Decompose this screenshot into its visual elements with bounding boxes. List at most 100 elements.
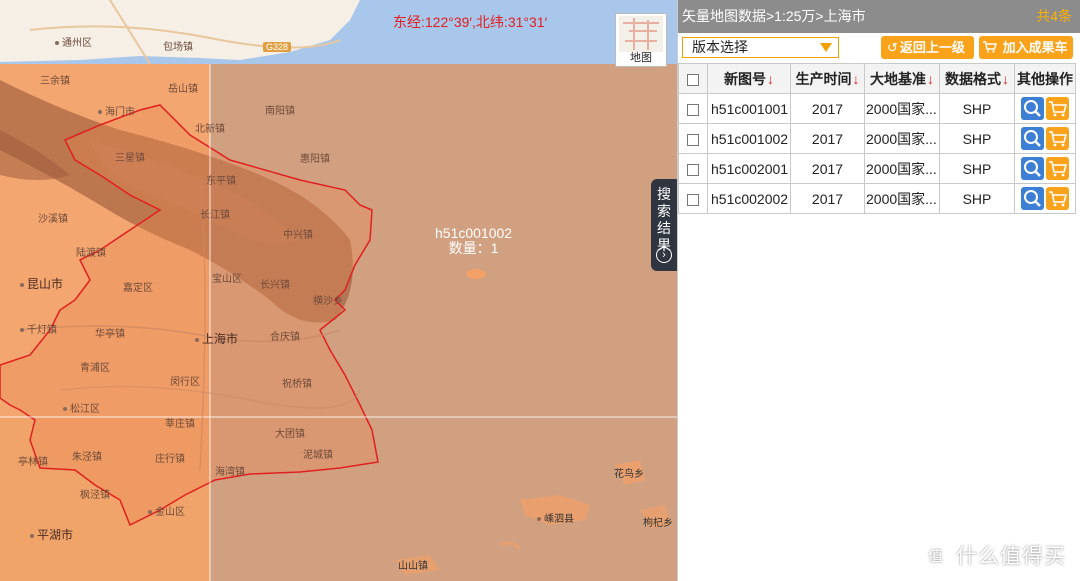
chevron-right-icon: › bbox=[656, 247, 672, 263]
cart-icon bbox=[983, 40, 1001, 55]
results-panel: 矢量地图数据>1:25万>上海市 共4条 版本选择 ↺ 返回上一级 加入成果车 新… bbox=[677, 0, 1080, 581]
column-header-year[interactable]: 生产时间↓ bbox=[790, 63, 865, 94]
place-label: 庄行镇 bbox=[155, 454, 185, 465]
version-select[interactable]: 版本选择 bbox=[682, 37, 839, 58]
year-cell: 2017 bbox=[790, 153, 865, 184]
place-label: 金山区 bbox=[148, 503, 185, 518]
watermark-logo-icon: 值 bbox=[922, 543, 950, 571]
cart-icon[interactable] bbox=[1046, 187, 1069, 210]
place-label: 惠阳镇 bbox=[300, 154, 330, 165]
place-label: 松江区 bbox=[63, 400, 100, 415]
version-select-value: 版本选择 bbox=[692, 39, 748, 55]
place-label: 海湾镇 bbox=[215, 467, 245, 478]
map-view[interactable]: 通州区 包场镇 三余镇 岳山镇 海门市 南阳镇 北新镇 惠阳镇 三星镇 东平镇 … bbox=[0, 0, 677, 581]
results-table: 新图号↓ 生产时间↓ 大地基准↓ 数据格式↓ 其他操作 h51c001001 2… bbox=[678, 63, 1076, 214]
format-cell: SHP bbox=[939, 183, 1015, 214]
row-checkbox[interactable] bbox=[687, 133, 699, 146]
panel-header: 矢量地图数据>1:25万>上海市 共4条 bbox=[678, 0, 1080, 33]
result-count: 共4条 bbox=[1036, 8, 1072, 24]
row-checkbox[interactable] bbox=[687, 193, 699, 206]
place-label: 沙溪镇 bbox=[38, 214, 68, 225]
table-row[interactable]: h51c002002 2017 2000国家... SHP bbox=[678, 183, 1076, 214]
search-results-tab[interactable]: 搜索结果 › bbox=[651, 179, 677, 271]
row-select-cell bbox=[678, 123, 708, 154]
back-button[interactable]: ↺ 返回上一级 bbox=[881, 36, 974, 59]
add-to-cart-button[interactable]: 加入成果车 bbox=[979, 36, 1073, 59]
place-label: 北新镇 bbox=[195, 124, 225, 135]
place-label: 花鸟乡 bbox=[614, 469, 644, 480]
table-row[interactable]: h51c001002 2017 2000国家... SHP bbox=[678, 123, 1076, 154]
table-header-row: 新图号↓ 生产时间↓ 大地基准↓ 数据格式↓ 其他操作 bbox=[678, 63, 1076, 94]
select-all-cell bbox=[678, 63, 708, 94]
search-icon[interactable] bbox=[1021, 157, 1044, 180]
breadcrumb: 矢量地图数据>1:25万>上海市 bbox=[682, 8, 866, 24]
place-label: 大团镇 bbox=[275, 429, 305, 440]
datum-cell: 2000国家... bbox=[864, 183, 940, 214]
row-select-cell bbox=[678, 183, 708, 214]
search-icon[interactable] bbox=[1021, 127, 1044, 150]
place-label: 南阳镇 bbox=[265, 106, 295, 117]
place-label: 长兴镇 bbox=[260, 280, 290, 291]
year-cell: 2017 bbox=[790, 123, 865, 154]
place-label: 枸杞乡 bbox=[643, 518, 673, 529]
place-label: 山山镇 bbox=[398, 561, 428, 572]
sort-down-icon: ↓ bbox=[1002, 70, 1009, 87]
place-label: 宝山区 bbox=[212, 274, 242, 285]
map-no-cell: h51c001001 bbox=[707, 93, 791, 124]
place-label: 陆渡镇 bbox=[76, 248, 106, 259]
format-cell: SHP bbox=[939, 93, 1015, 124]
row-checkbox[interactable] bbox=[687, 103, 699, 116]
road-badge: G328 bbox=[263, 42, 292, 52]
place-label: 通州区 bbox=[55, 34, 92, 49]
basemap-toggle-button[interactable]: 地图 bbox=[615, 13, 667, 67]
place-label: 中兴镇 bbox=[283, 230, 313, 241]
dropdown-arrow-icon bbox=[820, 43, 832, 52]
place-label: 闵行区 bbox=[170, 377, 200, 388]
search-icon[interactable] bbox=[1021, 187, 1044, 210]
datum-cell: 2000国家... bbox=[864, 153, 940, 184]
place-label: 亭林镇 bbox=[18, 457, 48, 468]
table-row[interactable]: h51c002001 2017 2000国家... SHP bbox=[678, 153, 1076, 184]
cart-icon[interactable] bbox=[1046, 127, 1069, 150]
place-label: 青浦区 bbox=[80, 363, 110, 374]
column-header-map-no[interactable]: 新图号↓ bbox=[707, 63, 791, 94]
cart-icon[interactable] bbox=[1046, 97, 1069, 120]
format-cell: SHP bbox=[939, 153, 1015, 184]
watermark-text: 什么值得买 bbox=[956, 544, 1066, 568]
map-no-cell: h51c002001 bbox=[707, 153, 791, 184]
search-icon[interactable] bbox=[1021, 97, 1044, 120]
add-to-cart-label: 加入成果车 bbox=[1002, 40, 1068, 55]
place-label: 泥城镇 bbox=[303, 450, 333, 461]
place-label: 横沙乡 bbox=[313, 296, 343, 307]
year-cell: 2017 bbox=[790, 93, 865, 124]
tile-code: h51c001002 bbox=[435, 225, 513, 241]
basemap-thumbnail-icon bbox=[619, 16, 663, 52]
year-cell: 2017 bbox=[790, 183, 865, 214]
small-island bbox=[466, 269, 486, 279]
column-header-ops: 其他操作 bbox=[1014, 63, 1076, 94]
table-row[interactable]: h51c001001 2017 2000国家... SHP bbox=[678, 93, 1076, 124]
select-all-checkbox[interactable] bbox=[687, 73, 699, 86]
sort-down-icon: ↓ bbox=[852, 70, 860, 87]
place-label: 嘉定区 bbox=[123, 283, 153, 294]
place-label: 千灯镇 bbox=[20, 321, 57, 336]
column-header-datum[interactable]: 大地基准↓ bbox=[864, 63, 940, 94]
return-icon: ↺ bbox=[887, 40, 898, 55]
column-header-format[interactable]: 数据格式↓ bbox=[939, 63, 1015, 94]
ops-cell bbox=[1014, 153, 1076, 184]
sort-down-icon: ↓ bbox=[927, 70, 934, 87]
format-cell: SHP bbox=[939, 123, 1015, 154]
place-label: 岳山镇 bbox=[168, 84, 198, 95]
place-label: 长江镇 bbox=[200, 210, 230, 221]
place-label: 上海市 bbox=[195, 330, 238, 347]
tile-count: 数量：1 bbox=[448, 240, 499, 256]
search-results-tab-label: 搜索结果 bbox=[657, 186, 671, 253]
cart-icon[interactable] bbox=[1046, 157, 1069, 180]
map-no-cell: h51c001002 bbox=[707, 123, 791, 154]
watermark: 值什么值得买 bbox=[922, 540, 1066, 571]
sort-down-icon: ↓ bbox=[767, 70, 774, 87]
back-button-label: 返回上一级 bbox=[899, 40, 965, 55]
ops-cell bbox=[1014, 123, 1076, 154]
row-checkbox[interactable] bbox=[687, 163, 699, 176]
ops-cell bbox=[1014, 93, 1076, 124]
